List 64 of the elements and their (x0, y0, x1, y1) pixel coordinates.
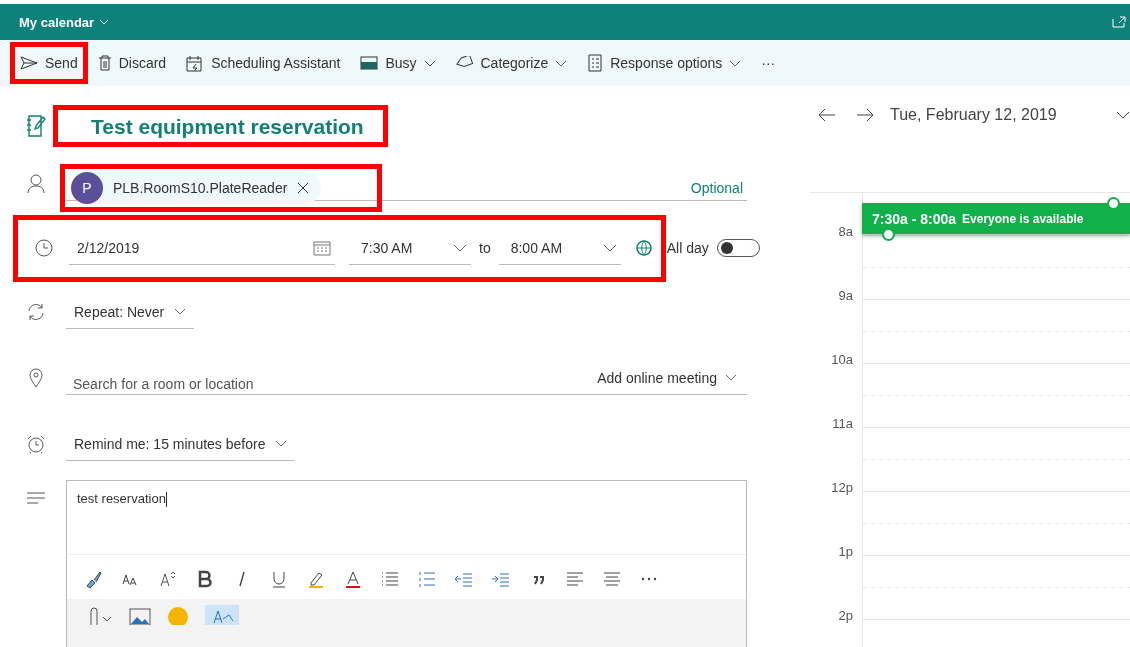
notes-icon (25, 492, 47, 504)
chevron-icon (174, 308, 187, 315)
alignleft-icon[interactable] (565, 569, 585, 589)
toolbar-button[interactable]: Categorize (447, 44, 576, 82)
online-meeting-dropdown[interactable]: Add online meeting (597, 369, 737, 386)
toolbar-button[interactable]: Busy (352, 44, 444, 82)
toolbar-button[interactable]: Scheduling Assistant (178, 44, 349, 82)
paint-icon[interactable] (84, 569, 104, 589)
body-field[interactable]: test reservation (67, 481, 746, 555)
repeat-dropdown[interactable]: Repeat: Never (66, 295, 195, 329)
popout-icon[interactable] (1112, 16, 1126, 28)
toolbar-button[interactable]: ··· (753, 44, 784, 82)
list-icon (587, 54, 604, 72)
back-arrow-icon[interactable] (818, 108, 836, 122)
send-icon (20, 56, 38, 70)
start-time-dropdown[interactable]: 7:30 AM (349, 231, 471, 265)
hour-label: 8a (837, 224, 853, 239)
notebook-icon (25, 114, 47, 138)
hour-label: 1p (837, 544, 853, 559)
alarm-clock-icon (25, 434, 47, 454)
forward-arrow-icon[interactable] (856, 108, 874, 122)
hour-label: 2p (837, 608, 853, 623)
avatar: P (71, 171, 103, 204)
tag-icon (455, 56, 474, 70)
slot-status: Everyone is available (962, 211, 1084, 226)
chevron-icon (453, 243, 467, 252)
optional-link[interactable]: Optional (690, 179, 743, 196)
toolbar-button[interactable]: Response options (579, 44, 750, 82)
image-icon[interactable] (129, 605, 151, 625)
signature-icon[interactable] (205, 605, 239, 625)
toolbar-button[interactable]: Discard (89, 44, 175, 82)
all-day-label: All day (666, 240, 709, 256)
hour-label: 9a (837, 288, 853, 303)
calendar-title[interactable]: My calendar (19, 14, 95, 30)
calendar-icon[interactable] (313, 239, 331, 256)
chevron-icon[interactable] (1116, 111, 1130, 119)
repeat-icon (25, 303, 47, 321)
chevron-icon (99, 19, 110, 25)
chevron-icon (725, 374, 737, 381)
person-icon (25, 174, 47, 194)
trash-icon (97, 55, 112, 71)
close-icon[interactable] (297, 181, 310, 194)
toolbar-button[interactable]: Send (12, 44, 86, 82)
calendar-date[interactable]: Tue, February 12, 2019 (890, 106, 1057, 124)
hour-label: 10a (830, 352, 853, 367)
center-icon[interactable] (602, 569, 622, 589)
attendee-chip[interactable]: P PLB.RoomS10.PlateReader (71, 171, 322, 204)
chevron-icon (602, 243, 617, 252)
globe-icon[interactable] (634, 239, 653, 257)
bullets-icon[interactable] (380, 569, 400, 589)
calendar-icon (186, 54, 205, 72)
slot-time: 7:30a - 8:00a (872, 210, 957, 227)
reminder-dropdown[interactable]: Remind me: 15 minutes before (66, 427, 296, 461)
to-label: to (479, 240, 491, 256)
fontcolor-icon[interactable] (343, 569, 363, 589)
end-time-dropdown[interactable]: 8:00 AM (498, 231, 621, 265)
clock-icon (33, 239, 55, 257)
hour-label: 11a (831, 416, 853, 431)
location-field[interactable]: Search for a room or location Add online meeting (66, 361, 747, 395)
busy-status-icon (360, 56, 379, 70)
chevron-icon (275, 440, 288, 447)
date-field[interactable]: 2/12/2019 (69, 231, 335, 265)
grow-icon[interactable] (158, 569, 178, 589)
hour-label: 12p (830, 480, 853, 495)
